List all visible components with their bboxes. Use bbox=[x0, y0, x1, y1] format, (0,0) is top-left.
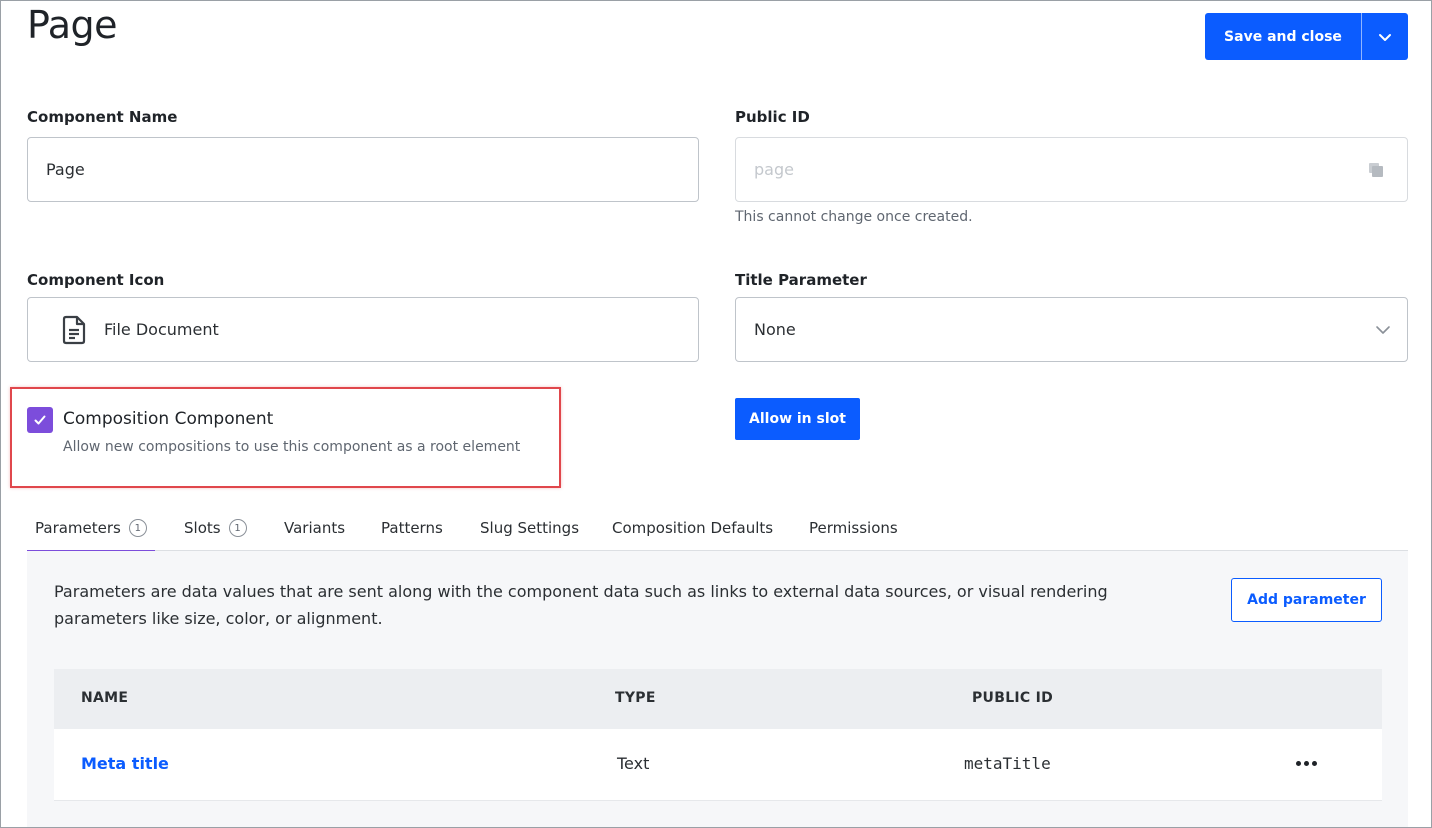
parameters-panel: Parameters are data values that are sent… bbox=[27, 551, 1408, 827]
count-badge: 1 bbox=[228, 519, 247, 537]
component-icon-picker[interactable]: File Document bbox=[27, 297, 699, 362]
component-name-label: Component Name bbox=[27, 108, 178, 126]
save-and-close-button[interactable]: Save and close bbox=[1205, 13, 1361, 60]
count-badge: 1 bbox=[128, 519, 147, 537]
tab-permissions[interactable]: Permissions bbox=[809, 519, 898, 537]
page-title: Page bbox=[27, 3, 118, 47]
tab-label: Variants bbox=[284, 519, 346, 537]
app-window: Page Save and close Component Name Page … bbox=[0, 0, 1432, 828]
tab-slug-settings[interactable]: Slug Settings bbox=[480, 519, 579, 537]
save-button-group: Save and close bbox=[1205, 13, 1408, 60]
public-id-input: page bbox=[735, 137, 1408, 202]
parameter-public-id: metaTitle bbox=[964, 754, 1051, 773]
tab-variants[interactable]: Variants bbox=[284, 519, 345, 537]
composition-component-help: Allow new compositions to use this compo… bbox=[63, 439, 521, 455]
parameter-name-link[interactable]: Meta title bbox=[81, 754, 169, 773]
tab-label: Permissions bbox=[809, 519, 898, 537]
tab-slots[interactable]: Slots 1 bbox=[184, 519, 247, 537]
more-dots-icon bbox=[1295, 760, 1301, 766]
allow-in-slot-button[interactable]: Allow in slot bbox=[735, 398, 860, 440]
tab-bar: Parameters 1 Slots 1 Variants Patterns S… bbox=[27, 511, 1408, 552]
tab-composition-defaults[interactable]: Composition Defaults bbox=[612, 519, 773, 537]
tab-label: Slots bbox=[184, 519, 221, 537]
more-dots-icon bbox=[1311, 760, 1317, 766]
public-id-value: page bbox=[754, 160, 794, 179]
component-icon-value: File Document bbox=[104, 320, 219, 339]
tab-label: Patterns bbox=[381, 519, 443, 537]
row-actions-menu[interactable] bbox=[1290, 751, 1322, 775]
composition-component-label: Composition Component bbox=[63, 409, 274, 429]
tab-label: Parameters bbox=[35, 519, 121, 537]
component-icon-label: Component Icon bbox=[27, 271, 165, 289]
composition-component-checkbox[interactable] bbox=[27, 407, 53, 433]
parameters-description: Parameters are data values that are sent… bbox=[54, 582, 1108, 628]
chevron-down-icon bbox=[1376, 326, 1390, 334]
save-options-button[interactable] bbox=[1362, 13, 1408, 60]
copy-icon[interactable] bbox=[1367, 161, 1385, 179]
title-parameter-label: Title Parameter bbox=[735, 271, 867, 289]
table-row: Meta title Text metaTitle bbox=[54, 729, 1382, 801]
component-name-value: Page bbox=[46, 160, 85, 179]
public-id-label: Public ID bbox=[735, 108, 810, 126]
chevron-down-icon bbox=[1379, 33, 1391, 41]
column-header-public-id: PUBLIC ID bbox=[972, 690, 1054, 706]
tab-label: Composition Defaults bbox=[612, 519, 774, 537]
component-name-input[interactable]: Page bbox=[27, 137, 699, 202]
table-header: NAME TYPE PUBLIC ID bbox=[54, 669, 1382, 729]
parameters-table: NAME TYPE PUBLIC ID Meta title Text meta… bbox=[54, 669, 1382, 801]
file-document-icon bbox=[62, 315, 86, 344]
title-parameter-value: None bbox=[754, 320, 796, 339]
tab-label: Slug Settings bbox=[480, 519, 580, 537]
tab-parameters[interactable]: Parameters 1 bbox=[27, 519, 155, 552]
parameter-type: Text bbox=[617, 754, 650, 773]
tab-patterns[interactable]: Patterns bbox=[381, 519, 443, 537]
column-header-type: TYPE bbox=[615, 690, 656, 706]
title-parameter-select[interactable]: None bbox=[735, 297, 1408, 362]
add-parameter-button[interactable]: Add parameter bbox=[1231, 578, 1382, 622]
column-header-name: NAME bbox=[81, 690, 129, 706]
more-dots-icon bbox=[1303, 760, 1309, 766]
highlight-box bbox=[10, 387, 561, 488]
checkmark-icon bbox=[34, 415, 46, 425]
public-id-help: This cannot change once created. bbox=[735, 209, 973, 225]
